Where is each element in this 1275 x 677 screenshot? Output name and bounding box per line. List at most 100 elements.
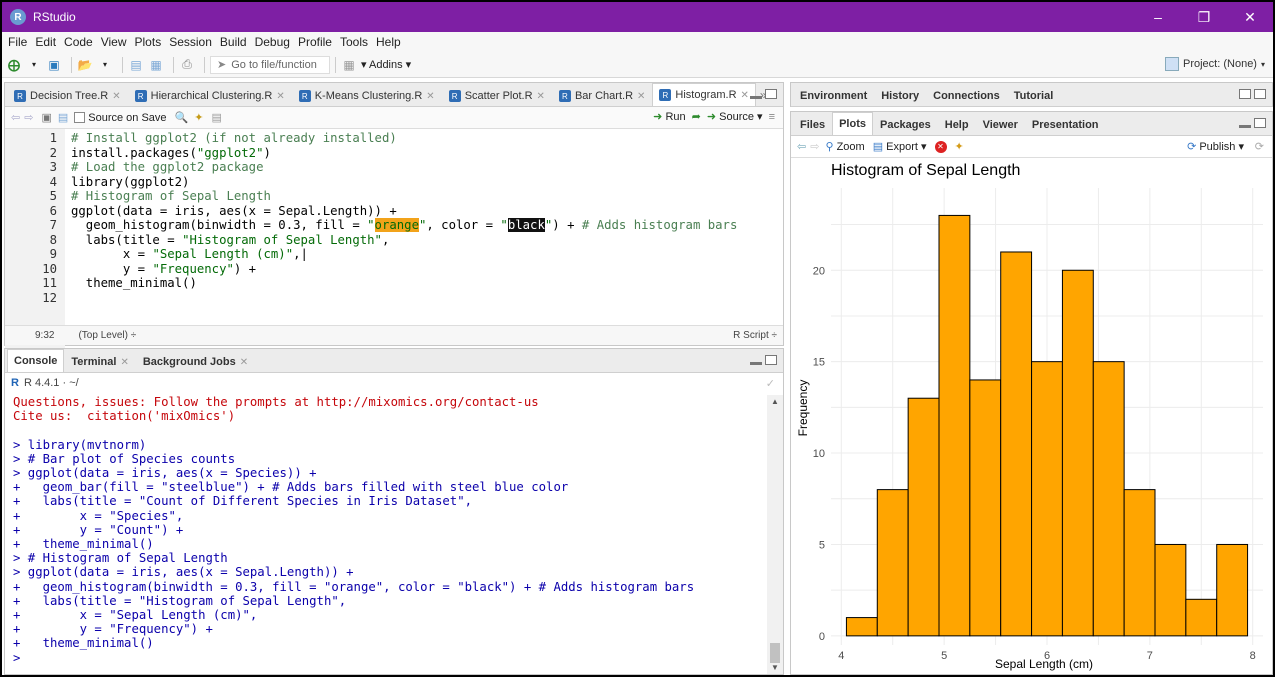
open-file-icon[interactable]: 📂 (77, 57, 93, 73)
menu-plots[interactable]: Plots (135, 35, 162, 49)
clear-plots-icon[interactable]: ✦ (955, 140, 964, 153)
code-line[interactable]: 3 # Load the ggplot2 package (5, 160, 783, 175)
code-line[interactable]: 11 theme_minimal() (5, 276, 783, 291)
tab-histogram[interactable]: R Histogram.R ✕ (652, 83, 756, 106)
menu-build[interactable]: Build (220, 35, 247, 49)
code-line[interactable]: 6 ggplot(data = iris, aes(x = Sepal.Lengt… (5, 204, 783, 219)
show-in-window-icon[interactable]: ▣ (41, 111, 51, 124)
save-icon[interactable]: ▤ (128, 57, 144, 73)
close-tab-icon[interactable]: ✕ (276, 91, 284, 102)
code-line[interactable]: 5 # Histogram of Sepal Length (5, 189, 783, 204)
menu-edit[interactable]: Edit (35, 35, 56, 49)
tab-help[interactable]: Help (938, 114, 976, 135)
tab-connections[interactable]: Connections (926, 85, 1007, 106)
menu-profile[interactable]: Profile (298, 35, 332, 49)
compile-report-icon[interactable]: ▤ (211, 111, 221, 124)
code-line[interactable]: 1 # Install ggplot2 (if not already insta… (5, 131, 783, 146)
menu-tools[interactable]: Tools (340, 35, 368, 49)
close-tab-icon[interactable]: ✕ (741, 90, 749, 101)
search-icon[interactable]: 🔍 (175, 111, 189, 124)
dropdown-icon[interactable]: ▾ (26, 57, 42, 73)
maximize-pane-icon[interactable] (765, 89, 777, 99)
tab-console[interactable]: Console (7, 349, 65, 372)
menu-view[interactable]: View (101, 35, 127, 49)
code-line[interactable]: 4 library(ggplot2) (5, 175, 783, 190)
code-line[interactable]: 7 geom_histogram(binwidth = 0.3, fill = … (5, 218, 783, 233)
dropdown-icon[interactable]: ▾ (97, 57, 113, 73)
tab-hierarchical-clustering[interactable]: R Hierarchical Clustering.R ✕ (128, 85, 292, 106)
menu-code[interactable]: Code (64, 35, 93, 49)
file-type-selector[interactable]: R Script ÷ (733, 330, 777, 341)
next-plot-icon[interactable]: ⇨ (810, 140, 819, 153)
tab-decision-tree[interactable]: R Decision Tree.R ✕ (7, 85, 128, 106)
tab-environment[interactable]: Environment (793, 85, 874, 106)
publish-button[interactable]: ⟳ Publish ▾ (1187, 140, 1244, 153)
close-icon[interactable]: ✕ (1227, 2, 1273, 32)
close-tab-icon[interactable]: ✕ (537, 91, 545, 102)
remove-plot-icon[interactable]: ✕ (934, 140, 947, 153)
close-tab-icon[interactable]: ✕ (240, 357, 248, 368)
save-icon[interactable]: ▤ (58, 111, 68, 124)
maximize-pane-icon[interactable] (1254, 89, 1266, 99)
tab-background-jobs[interactable]: Background Jobs ✕ (136, 351, 255, 372)
project-menu[interactable]: Project: (None) ▾ (1165, 57, 1265, 71)
zoom-button[interactable]: ⚲ Zoom (825, 140, 864, 153)
close-tab-icon[interactable]: ✕ (637, 91, 645, 102)
maximize-pane-icon[interactable] (765, 355, 777, 365)
addins-button[interactable]: ▾ Addins ▾ (361, 58, 411, 71)
back-icon[interactable]: ⇦ (11, 111, 20, 124)
scroll-down-icon[interactable]: ▼ (771, 663, 779, 672)
console-scrollbar[interactable]: ▲ ▼ (767, 395, 783, 674)
print-icon[interactable]: ⎙ (179, 57, 195, 73)
grid-icon[interactable]: ▦ (341, 57, 357, 73)
save-all-icon[interactable]: ▦ (148, 57, 164, 73)
tab-tutorial[interactable]: Tutorial (1007, 85, 1061, 106)
minimize-icon[interactable]: – (1135, 2, 1181, 32)
minimize-pane-icon[interactable] (1239, 125, 1251, 128)
clear-console-icon[interactable]: ✓ (766, 377, 775, 390)
source-button[interactable]: ➜ Source ▾ (707, 110, 763, 123)
outline-icon[interactable]: ≡ (769, 111, 775, 123)
tab-scatter-plot[interactable]: R Scatter Plot.R ✕ (442, 85, 552, 106)
source-on-save-checkbox[interactable] (74, 112, 86, 123)
close-tab-icon[interactable]: ✕ (426, 91, 434, 102)
code-tools-icon[interactable]: ✦ (194, 111, 203, 124)
minimize-pane-icon[interactable] (750, 362, 762, 365)
scope-selector[interactable]: (Top Level) ÷ (78, 330, 136, 341)
code-line[interactable]: 10 y = "Frequency") + (5, 262, 783, 277)
new-project-icon[interactable]: ▣ (46, 57, 62, 73)
new-file-icon[interactable]: ⨁ (6, 57, 22, 73)
code-line[interactable]: 2 install.packages("ggplot2") (5, 146, 783, 161)
rerun-icon[interactable]: ➦ (692, 110, 701, 123)
scroll-up-icon[interactable]: ▲ (771, 397, 779, 406)
maximize-pane-icon[interactable] (1254, 118, 1266, 128)
console-output[interactable]: Questions, issues: Follow the prompts at… (5, 395, 767, 674)
menu-debug[interactable]: Debug (255, 35, 290, 49)
tab-kmeans-clustering[interactable]: R K-Means Clustering.R ✕ (292, 85, 442, 106)
close-tab-icon[interactable]: ✕ (120, 357, 128, 368)
code-line[interactable]: 9 x = "Sepal Length (cm)",| (5, 247, 783, 262)
menu-file[interactable]: File (8, 35, 27, 49)
previous-plot-icon[interactable]: ⇦ (797, 140, 806, 153)
tab-viewer[interactable]: Viewer (976, 114, 1025, 135)
restore-pane-icon[interactable] (1239, 89, 1251, 99)
tab-files[interactable]: Files (793, 114, 832, 135)
scroll-thumb[interactable] (770, 643, 780, 663)
tab-bar-chart[interactable]: R Bar Chart.R ✕ (552, 85, 652, 106)
close-tab-icon[interactable]: ✕ (112, 91, 120, 102)
minimize-pane-icon[interactable] (750, 96, 762, 99)
tab-plots[interactable]: Plots (832, 112, 873, 135)
menu-help[interactable]: Help (376, 35, 401, 49)
run-button[interactable]: ➜ Run (653, 110, 685, 123)
menu-session[interactable]: Session (169, 35, 212, 49)
refresh-icon[interactable]: ⟳ (1255, 140, 1264, 153)
code-line[interactable]: 12 (5, 291, 783, 306)
export-button[interactable]: ▤ Export ▾ (873, 140, 927, 153)
goto-file-input[interactable]: ➤ Go to file/function (210, 55, 330, 74)
tab-presentation[interactable]: Presentation (1025, 114, 1106, 135)
tab-packages[interactable]: Packages (873, 114, 938, 135)
tab-history[interactable]: History (874, 85, 926, 106)
forward-icon[interactable]: ⇨ (24, 111, 33, 124)
code-line[interactable]: 8 labs(title = "Histogram of Sepal Lengt… (5, 233, 783, 248)
tab-terminal[interactable]: Terminal ✕ (64, 351, 135, 372)
